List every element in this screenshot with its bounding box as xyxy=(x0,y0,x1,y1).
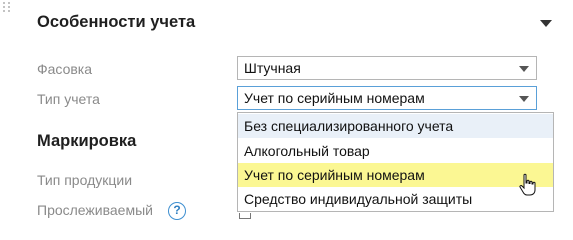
tip-produkcii-label: Тип продукции xyxy=(37,172,133,188)
proslezhivaemyi-checkbox[interactable] xyxy=(239,213,251,219)
drag-handle-icon[interactable] xyxy=(3,2,13,12)
hand-cursor-icon xyxy=(519,173,536,196)
dropdown-option-selected[interactable]: Учет по серийным номерам xyxy=(238,163,553,187)
tip-ucheta-selected-value: Учет по серийным номерам xyxy=(244,90,425,106)
fasovka-selected-value: Штучная xyxy=(244,60,301,76)
chevron-down-icon xyxy=(519,96,529,102)
section-title-marking: Маркировка xyxy=(37,132,137,150)
proslezhivaemyi-label: Прослеживаемый xyxy=(37,202,153,218)
tip-ucheta-label: Тип учета xyxy=(37,91,100,107)
collapse-chevron-icon[interactable] xyxy=(540,20,552,27)
tip-ucheta-select[interactable]: Учет по серийным номерам xyxy=(237,86,537,110)
fasovka-label: Фасовка xyxy=(37,61,93,77)
chevron-down-icon xyxy=(519,66,529,72)
help-icon[interactable]: ? xyxy=(168,202,186,220)
tip-ucheta-dropdown-list: Без специализированного учета Алкогольны… xyxy=(237,112,554,212)
section-title-accounting: Особенности учета xyxy=(37,13,196,31)
dropdown-option[interactable]: Без специализированного учета xyxy=(238,114,553,138)
fasovka-select[interactable]: Штучная xyxy=(237,56,537,80)
dropdown-option[interactable]: Алкогольный товар xyxy=(238,139,553,163)
dropdown-option[interactable]: Средство индивидуальной защиты xyxy=(238,187,553,211)
